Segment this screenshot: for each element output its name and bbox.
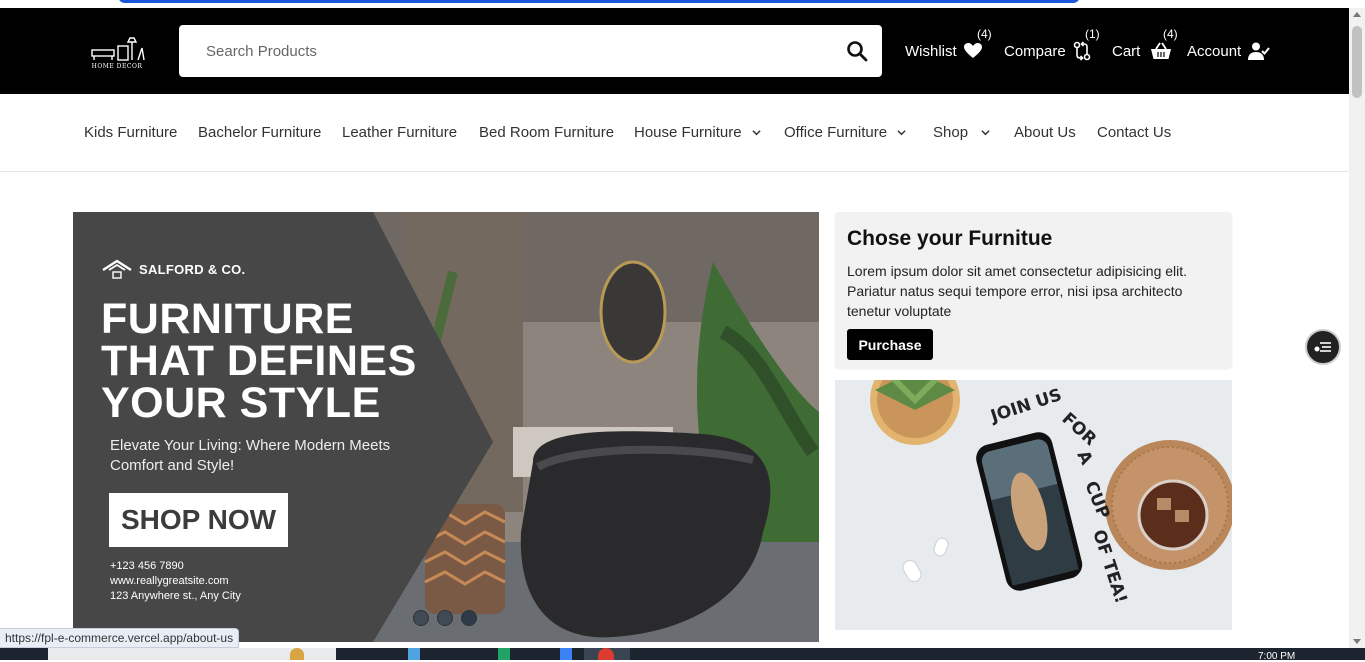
floating-menu-button[interactable] — [1305, 329, 1341, 365]
chevron-down-icon — [897, 130, 906, 136]
hero-address: 123 Anywhere st., Any City — [110, 590, 241, 602]
taskbar-app-icon[interactable] — [498, 648, 510, 660]
user-check-icon — [1248, 42, 1270, 60]
carousel-dots — [413, 610, 477, 626]
browser-viewport: HOME DECOR Wishlist (4) Compare — [0, 0, 1349, 648]
logo-text: HOME DECOR — [91, 63, 143, 70]
nav-item-bachelor-furniture[interactable]: Bachelor Furniture — [198, 124, 321, 141]
top-strip — [0, 0, 1349, 8]
wishlist-link[interactable]: Wishlist (4) — [905, 8, 992, 94]
compare-link[interactable]: Compare (1) — [1004, 8, 1100, 94]
compare-label: Compare — [1004, 42, 1066, 60]
hero-headline-line: YOUR STYLE — [101, 379, 381, 427]
cart-link[interactable]: Cart (4) — [1112, 8, 1178, 94]
shop-now-button[interactable]: SHOP NOW — [109, 493, 288, 547]
nav-item-label: House Furniture — [634, 124, 742, 141]
taskbar-clock: 7:00 PM — [1258, 651, 1296, 662]
tea-promo-illustration: JOIN US FOR A CUP OF TEA! — [835, 380, 1232, 630]
nav-item-shop[interactable]: Shop — [933, 124, 990, 141]
taskbar-app-icon[interactable] — [290, 648, 304, 660]
nav-item-label: Bed Room Furniture — [479, 124, 615, 141]
site-header: HOME DECOR Wishlist (4) Compare — [0, 8, 1349, 94]
status-bar-url: https://fpl-e-commerce.vercel.app/about-… — [0, 628, 240, 648]
chevron-down-icon — [981, 130, 990, 136]
nav-item-about-us[interactable]: About Us — [1014, 124, 1076, 141]
nav-item-contact-us[interactable]: Contact Us — [1097, 124, 1171, 141]
nav-item-label: Shop — [933, 124, 969, 141]
carousel-dot[interactable] — [413, 610, 429, 626]
hero-subline: Elevate Your Living: Where Modern Meets … — [110, 437, 391, 474]
nav-item-label: Leather Furniture — [342, 124, 458, 141]
account-label: Account — [1187, 42, 1242, 60]
chrome-icon — [598, 648, 614, 660]
nav-item-office-furniture[interactable]: Office Furniture — [784, 124, 906, 141]
taskbar-app-icon[interactable] — [408, 648, 420, 660]
compare-icon — [1073, 41, 1091, 61]
house-logo-icon — [102, 259, 132, 279]
hero-brand-name: SALFORD & CO. — [139, 261, 246, 277]
category-nav: Kids Furniture Bachelor Furniture Leathe… — [0, 94, 1349, 172]
hero-banner[interactable]: SALFORD & CO. FURNITURE THAT DEFINES YOU… — [73, 212, 819, 642]
tea-promo-image[interactable]: JOIN US FOR A CUP OF TEA! — [835, 380, 1232, 630]
search-input[interactable] — [179, 25, 819, 77]
wishlist-count: (4) — [977, 27, 992, 41]
hero-phone: +123 456 7890 — [110, 560, 184, 572]
hero-headline-line: FURNITURE — [101, 295, 354, 343]
chevron-down-icon — [751, 130, 761, 136]
cart-count: (4) — [1163, 27, 1178, 41]
carousel-dot-active[interactable] — [461, 610, 477, 626]
site-logo[interactable]: HOME DECOR — [88, 36, 146, 70]
nav-item-kids-furniture[interactable]: Kids Furniture — [84, 124, 177, 141]
nav-item-label: Office Furniture — [784, 124, 888, 141]
scrollbar-thumb[interactable] — [1352, 26, 1362, 98]
scroll-up-arrow-icon[interactable] — [1353, 12, 1361, 17]
logo-furniture-icon — [91, 37, 145, 61]
heart-icon — [963, 43, 982, 58]
search-bar — [179, 25, 882, 77]
page-scrollbar[interactable] — [1349, 8, 1365, 648]
purchase-button[interactable]: Purchase — [847, 329, 933, 360]
taskbar-app-icon[interactable] — [560, 648, 572, 660]
cart-label: Cart — [1112, 42, 1141, 60]
top-accent-bar — [118, 0, 1080, 3]
nav-item-label: Bachelor Furniture — [198, 124, 322, 141]
nav-item-house-furniture[interactable]: House Furniture — [634, 124, 761, 141]
hero-website: www.reallygreatsite.com — [110, 575, 229, 587]
nav-item-label: About Us — [1014, 124, 1076, 141]
card-text: Lorem ipsum dolor sit amet consectetur a… — [847, 263, 1188, 319]
compare-count: (1) — [1085, 27, 1100, 41]
nav-item-label: Kids Furniture — [84, 124, 178, 141]
basket-icon — [1151, 42, 1172, 59]
hero-headline-line: THAT DEFINES — [101, 337, 417, 385]
hero-brand: SALFORD & CO. — [101, 258, 245, 280]
wishlist-label: Wishlist — [905, 42, 957, 60]
nav-item-label: Contact Us — [1097, 124, 1172, 141]
search-icon[interactable] — [846, 40, 868, 62]
list-filter-icon — [1314, 342, 1331, 352]
promo-card: Chose your Furnitue Lorem ipsum dolor si… — [835, 212, 1232, 368]
carousel-dot[interactable] — [437, 610, 453, 626]
account-link[interactable]: Account — [1187, 8, 1270, 94]
scroll-down-arrow-icon[interactable] — [1353, 639, 1361, 644]
nav-item-bed-room-furniture[interactable]: Bed Room Furniture — [479, 124, 614, 141]
hero-contact-info: +123 456 7890 www.reallygreatsite.com 12… — [110, 559, 241, 604]
card-title: Chose your Furnitue — [847, 227, 1053, 250]
os-taskbar: 7:00 PM — [0, 648, 1365, 662]
nav-item-leather-furniture[interactable]: Leather Furniture — [342, 124, 457, 141]
hero-headline: FURNITURE THAT DEFINES YOUR STYLE — [101, 295, 421, 427]
